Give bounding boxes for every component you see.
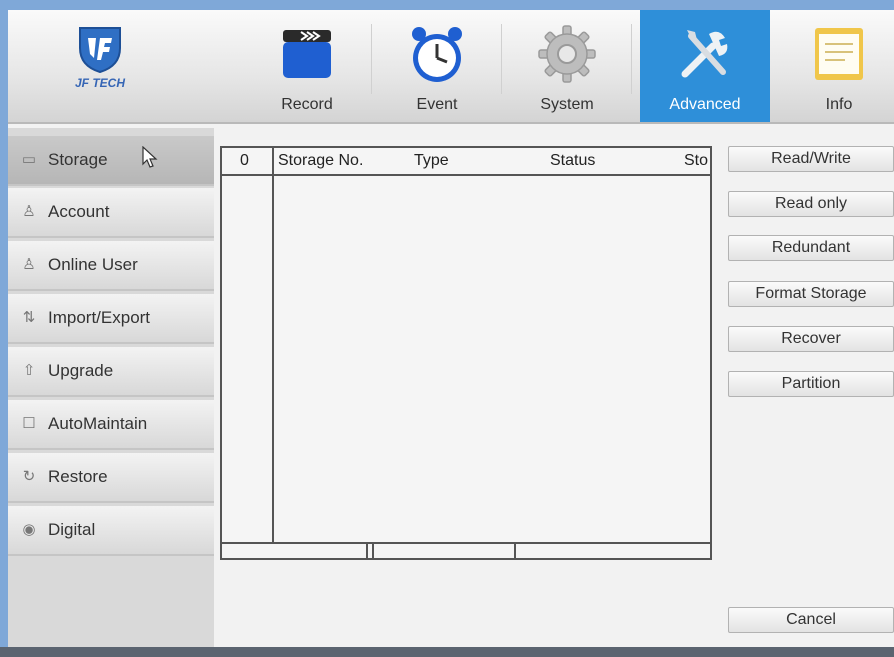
tab-advanced[interactable]: Advanced — [640, 10, 770, 122]
tab-event-label: Event — [416, 96, 458, 113]
alarm-clock-icon — [405, 22, 469, 86]
sidebar-item-label: Online User — [48, 255, 138, 274]
sidebar-menu: ▭ Storage ♙ Account ♙ Online User ⇅ Impo… — [8, 128, 214, 647]
clapperboard-icon — [275, 22, 339, 86]
sidebar-item-restore[interactable]: ↻ Restore — [8, 453, 214, 503]
tab-info-label: Info — [825, 96, 853, 113]
scrollbar-divider — [366, 544, 368, 560]
sidebar-item-digital[interactable]: ◉ Digital — [8, 506, 214, 556]
sidebar-item-storage[interactable]: ▭ Storage — [8, 136, 214, 186]
upgrade-icon: ⇧ — [22, 362, 36, 379]
tab-info[interactable]: Info — [774, 10, 894, 122]
scrollbar-divider — [514, 544, 516, 560]
partition-button[interactable]: Partition — [728, 371, 894, 397]
column-header-select[interactable]: 0 — [240, 152, 249, 170]
background-strip-top — [0, 0, 894, 10]
document-icon — [807, 22, 871, 86]
horizontal-scrollbar[interactable] — [222, 542, 710, 560]
maintain-icon: ☐ — [22, 415, 36, 432]
tab-advanced-label: Advanced — [669, 96, 741, 113]
sidebar-item-import-export[interactable]: ⇅ Import/Export — [8, 294, 214, 344]
sidebar-item-upgrade[interactable]: ⇧ Upgrade — [8, 347, 214, 397]
users-icon: ♙ — [22, 256, 36, 273]
column-header-storage[interactable]: Sto — [684, 152, 708, 170]
digital-icon: ◉ — [22, 521, 36, 538]
cancel-button[interactable]: Cancel — [728, 607, 894, 633]
brand-logo: JF TECH — [50, 24, 150, 114]
gear-icon — [535, 22, 599, 86]
brand-name: JF TECH — [74, 76, 125, 90]
sidebar-item-label: Upgrade — [48, 361, 114, 380]
user-icon: ♙ — [22, 203, 36, 220]
mouse-pointer-icon — [142, 146, 158, 168]
shield-logo-icon — [79, 27, 121, 74]
table-header: 0 Storage No. Type Status Sto — [222, 148, 710, 176]
sidebar-item-label: Import/Export — [48, 308, 151, 327]
sidebar-item-automaintain[interactable]: ☐ AutoMaintain — [8, 400, 214, 450]
read-write-button[interactable]: Read/Write — [728, 146, 894, 172]
hard-disk-icon: ▭ — [21, 151, 37, 168]
read-only-button[interactable]: Read only — [728, 191, 894, 217]
format-storage-button[interactable]: Format Storage — [728, 281, 894, 307]
redundant-button[interactable]: Redundant — [728, 235, 894, 261]
sidebar-item-online-user[interactable]: ♙ Online User — [8, 241, 214, 291]
column-divider — [272, 148, 274, 544]
column-header-storage-no[interactable]: Storage No. — [278, 152, 363, 170]
tab-system[interactable]: System — [502, 10, 632, 122]
top-nav-bar: JF TECH Record Event System Advanced Inf… — [8, 10, 894, 124]
sidebar-item-label: Account — [48, 202, 110, 221]
recover-button[interactable]: Recover — [728, 326, 894, 352]
sidebar-item-label: Restore — [48, 467, 108, 486]
column-header-type[interactable]: Type — [414, 152, 449, 170]
background-strip-bottom — [0, 647, 894, 657]
tab-system-label: System — [540, 96, 594, 113]
sidebar-item-label: Digital — [48, 520, 96, 539]
import-export-icon: ⇅ — [22, 309, 36, 326]
tools-icon — [673, 22, 737, 86]
storage-table[interactable]: 0 Storage No. Type Status Sto — [220, 146, 712, 560]
settings-window: JF TECH Record Event System Advanced Inf… — [8, 10, 894, 647]
restore-icon: ↻ — [22, 468, 36, 485]
column-header-status[interactable]: Status — [550, 152, 595, 170]
scrollbar-divider — [372, 544, 374, 560]
tab-record[interactable]: Record — [242, 10, 372, 122]
tab-event[interactable]: Event — [372, 10, 502, 122]
tab-record-label: Record — [281, 96, 333, 113]
sidebar-item-label: AutoMaintain — [48, 414, 148, 433]
sidebar-item-account[interactable]: ♙ Account — [8, 188, 214, 238]
sidebar-item-label: Storage — [48, 150, 108, 169]
